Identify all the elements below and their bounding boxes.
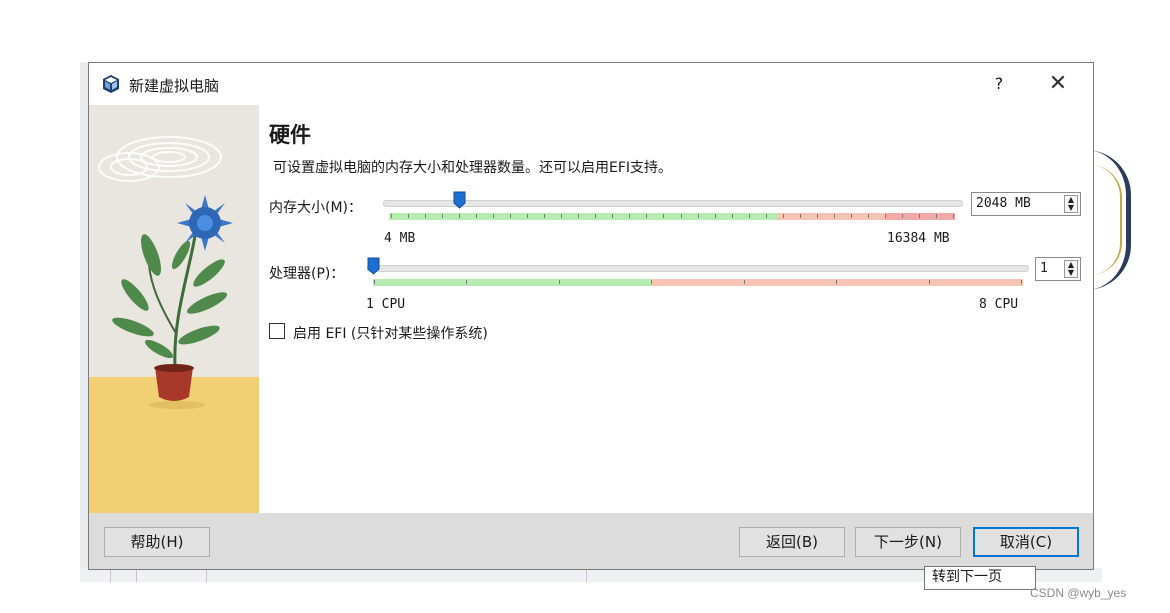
back-button[interactable]: 返回(B) bbox=[739, 527, 845, 557]
memory-tick bbox=[748, 214, 750, 218]
title-bar: 新建虚拟电脑 ? ✕ bbox=[89, 63, 1093, 105]
background-divider bbox=[136, 568, 137, 582]
processor-value[interactable]: 1 bbox=[1040, 261, 1048, 276]
processor-spinbox[interactable]: 1 ▲ ▼ bbox=[1035, 257, 1081, 281]
wizard-content: 硬件 可设置虚拟电脑的内存大小和处理器数量。还可以启用EFI支持。 内存大小(M… bbox=[89, 105, 1093, 513]
processor-spin-buttons[interactable]: ▲ ▼ bbox=[1064, 260, 1078, 278]
memory-tick bbox=[493, 214, 495, 218]
spin-down-icon[interactable]: ▼ bbox=[1065, 269, 1077, 277]
memory-tick bbox=[935, 214, 937, 218]
memory-tick bbox=[765, 214, 767, 218]
background-circle-arc bbox=[1090, 165, 1122, 275]
processor-slider-handle[interactable] bbox=[367, 257, 380, 275]
processor-tick bbox=[743, 280, 745, 284]
memory-tick bbox=[663, 214, 665, 218]
memory-tick bbox=[833, 214, 835, 218]
background-divider bbox=[110, 568, 111, 582]
watermark: CSDN @wyb_yes bbox=[1030, 586, 1127, 600]
close-icon[interactable]: ✕ bbox=[1044, 71, 1072, 97]
processor-tick bbox=[651, 280, 653, 284]
memory-tick bbox=[884, 214, 886, 218]
memory-tick bbox=[544, 214, 546, 218]
memory-tick bbox=[953, 214, 954, 218]
memory-tick bbox=[425, 214, 427, 218]
memory-tick bbox=[714, 214, 716, 218]
virtualbox-icon bbox=[103, 75, 119, 93]
memory-tick bbox=[595, 214, 597, 218]
background-divider bbox=[206, 568, 207, 582]
window-title: 新建虚拟电脑 bbox=[129, 77, 220, 95]
processor-label: 处理器(P)： bbox=[269, 266, 345, 282]
hardware-page: 硬件 可设置虚拟电脑的内存大小和处理器数量。还可以启用EFI支持。 内存大小(M… bbox=[259, 105, 1093, 513]
page-description: 可设置虚拟电脑的内存大小和处理器数量。还可以启用EFI支持。 bbox=[273, 160, 673, 176]
memory-tick bbox=[731, 214, 733, 218]
efi-checkbox[interactable] bbox=[269, 323, 285, 339]
memory-zone-danger bbox=[885, 213, 955, 220]
memory-tick bbox=[612, 214, 614, 218]
memory-tick bbox=[527, 214, 529, 218]
new-vm-dialog: 新建虚拟电脑 ? ✕ 硬件 可设置虚拟电脑的内存大小和处理器数量。还可以启用EF… bbox=[88, 62, 1094, 570]
memory-label: 内存大小(M)： bbox=[269, 200, 363, 216]
memory-tick bbox=[816, 214, 818, 218]
memory-min-label: 4 MB bbox=[384, 231, 416, 246]
plant-illustration-icon bbox=[89, 105, 259, 513]
processor-tick bbox=[928, 280, 930, 284]
memory-tick bbox=[391, 214, 392, 218]
memory-tick bbox=[510, 214, 512, 218]
help-question-button[interactable]: ? bbox=[985, 72, 1013, 96]
processor-tick bbox=[374, 280, 375, 284]
processor-tick bbox=[1021, 280, 1022, 284]
next-button[interactable]: 下一步(N) bbox=[855, 527, 961, 557]
memory-tick bbox=[697, 214, 699, 218]
processor-tick bbox=[836, 280, 838, 284]
spin-down-icon[interactable]: ▼ bbox=[1065, 204, 1077, 212]
processor-tick bbox=[558, 280, 560, 284]
memory-tick bbox=[850, 214, 852, 218]
memory-tick bbox=[578, 214, 580, 218]
memory-tick bbox=[799, 214, 801, 218]
processor-min-label: 1 CPU bbox=[366, 297, 406, 312]
memory-tick bbox=[680, 214, 682, 218]
memory-slider-handle[interactable] bbox=[453, 191, 466, 209]
background-divider bbox=[586, 568, 587, 582]
efi-checkbox-label[interactable]: 启用 EFI (只针对某些操作系统) bbox=[293, 323, 488, 343]
processor-tick bbox=[466, 280, 468, 284]
memory-value[interactable]: 2048 MB bbox=[976, 196, 1031, 211]
memory-tick bbox=[442, 214, 444, 218]
wizard-illustration bbox=[89, 105, 259, 513]
page-title: 硬件 bbox=[269, 122, 311, 147]
cancel-button[interactable]: 取消(C) bbox=[973, 527, 1079, 557]
memory-max-label: 16384 MB bbox=[887, 231, 950, 246]
memory-tick bbox=[901, 214, 903, 218]
memory-tick bbox=[918, 214, 920, 218]
help-button[interactable]: 帮助(H) bbox=[104, 527, 210, 557]
memory-tick bbox=[561, 214, 563, 218]
memory-spin-buttons[interactable]: ▲ ▼ bbox=[1064, 195, 1078, 213]
memory-tick bbox=[629, 214, 631, 218]
dialog-footer: 帮助(H) 返回(B) 下一步(N) 取消(C) bbox=[89, 513, 1093, 569]
memory-spinbox[interactable]: 2048 MB ▲ ▼ bbox=[971, 192, 1081, 216]
memory-zone-safe bbox=[389, 213, 777, 220]
memory-tick bbox=[459, 214, 461, 218]
memory-tick bbox=[476, 214, 478, 218]
memory-tick bbox=[782, 214, 784, 218]
memory-tick bbox=[646, 214, 648, 218]
memory-tick bbox=[408, 214, 410, 218]
memory-slider-track[interactable] bbox=[383, 200, 963, 207]
processor-zone-safe bbox=[373, 279, 651, 286]
next-button-tooltip: 转到下一页 bbox=[924, 566, 1036, 590]
processor-max-label: 8 CPU bbox=[979, 297, 1019, 312]
processor-slider-track[interactable] bbox=[367, 265, 1029, 272]
memory-tick bbox=[867, 214, 869, 218]
